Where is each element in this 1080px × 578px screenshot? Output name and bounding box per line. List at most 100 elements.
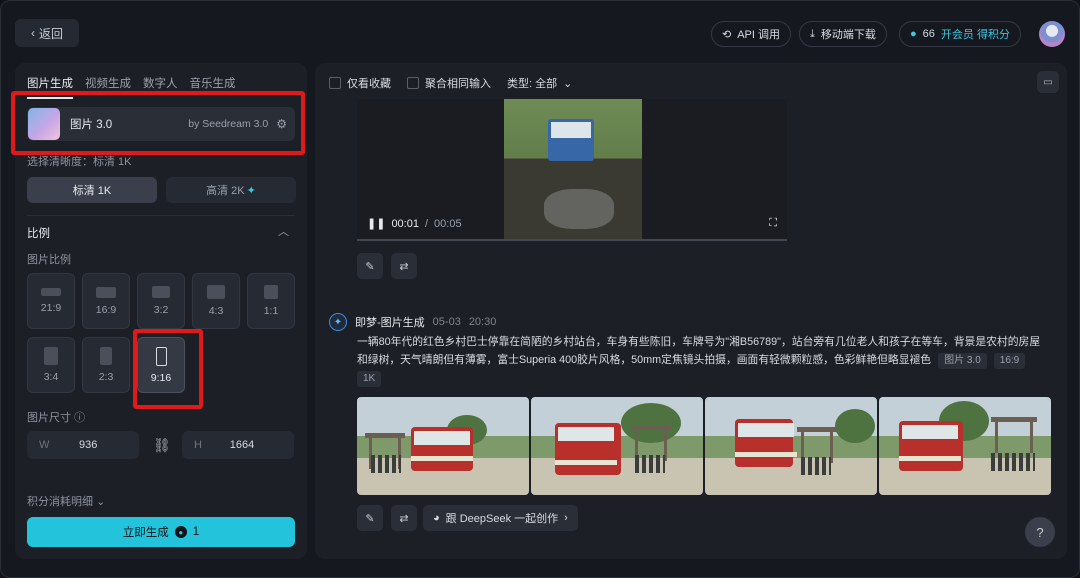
avatar[interactable] <box>1039 21 1065 47</box>
info-icon[interactable]: ⓘ <box>74 412 85 424</box>
deepseek-button[interactable]: ◕ 跟 DeepSeek 一起创作 › <box>423 505 578 531</box>
ratio-shape <box>264 285 278 299</box>
quality-standard-button[interactable]: 标清 1K <box>27 177 157 203</box>
deepseek-icon: ◕ <box>433 512 440 524</box>
highlight-model <box>11 91 305 155</box>
result-image[interactable] <box>531 397 703 495</box>
tag-resolution: 1K <box>357 371 382 387</box>
deepseek-label: 跟 DeepSeek 一起创作 <box>445 513 559 525</box>
download-icon: ⤓ <box>810 27 815 40</box>
ratio-shape <box>41 288 61 296</box>
size-label: 图片尺寸 ⓘ <box>27 409 85 425</box>
help-icon[interactable]: ? <box>1025 517 1055 547</box>
height-value: 1664 <box>229 439 255 451</box>
pause-icon[interactable]: ❚❚ <box>367 217 385 230</box>
clarity-label: 选择清晰度：标清 1K <box>27 156 132 168</box>
cost-details-toggle[interactable]: 积分消耗明细 ⌄ <box>27 493 105 509</box>
tag-ratio: 16:9 <box>993 353 1026 369</box>
regenerate-icon[interactable]: ⇄ <box>391 505 417 531</box>
checkbox[interactable] <box>407 77 419 89</box>
edit-icon[interactable]: ✎ <box>357 253 383 279</box>
width-field[interactable]: W 936 <box>27 431 139 459</box>
quality-standard-label: 标清 1K <box>72 185 112 197</box>
regenerate-icon[interactable]: ⇄ <box>391 253 417 279</box>
ratio-label: 3:2 <box>153 304 169 316</box>
ratio-3-4[interactable]: 3:4 <box>27 337 75 393</box>
ratio-sub-label: 图片比例 <box>27 254 71 266</box>
size-label-text: 图片尺寸 <box>27 412 71 424</box>
result-image[interactable] <box>705 397 877 495</box>
video-player[interactable]: ❚❚ 00:01 / 00:05 ⛶ <box>357 99 787 241</box>
people-image <box>801 457 831 475</box>
result-image[interactable] <box>357 397 529 495</box>
ratio-21-9[interactable]: 21:9 <box>27 273 75 329</box>
app-window: ‹ 返回 ⟲ API 调用 ⤓ 移动端下载 ● 66 开会员 得积分 图片生成 … <box>0 0 1080 578</box>
video-progress[interactable] <box>357 239 787 241</box>
prompt-text: 一辆80年代的红色乡村巴士停靠在简陋的乡村站台，车身有些陈旧，车牌号为"湘B56… <box>357 333 1047 387</box>
ratio-shape <box>44 347 58 365</box>
cost-label: 积分消耗明细 <box>27 496 93 508</box>
download-label: 移动端下载 <box>820 29 876 41</box>
people-image <box>991 453 1035 471</box>
generate-label: 立即生成 <box>122 527 169 539</box>
generation-title: 即梦-图片生成 <box>355 317 425 329</box>
results-panel: 仅看收藏 聚合相同输入 类型: 全部 ⌄ ▭ ❚❚ 00:01 / 00:05 <box>315 63 1067 559</box>
height-prefix: H <box>194 439 202 451</box>
checkbox[interactable] <box>329 77 341 89</box>
shelter-image <box>991 417 1037 457</box>
fullscreen-icon[interactable]: ⛶ <box>769 217 777 230</box>
people-image <box>371 455 401 473</box>
quality-high-button[interactable]: 高清 2K ✦ <box>166 177 296 203</box>
edit-icon[interactable]: ✎ <box>357 505 383 531</box>
height-field[interactable]: H 1664 <box>182 431 294 459</box>
bus-image <box>411 427 473 471</box>
credits-pill[interactable]: ● 66 开会员 得积分 <box>899 21 1021 47</box>
ratio-shape <box>100 347 112 365</box>
folder-icon[interactable]: ▭ <box>1037 71 1059 93</box>
generation-time: 20:30 <box>468 316 497 328</box>
result-image[interactable] <box>879 397 1051 495</box>
sparkle-icon: ✦ <box>329 313 347 331</box>
video-time-current: 00:01 <box>391 217 419 230</box>
ratio-shape <box>152 286 170 298</box>
width-prefix: W <box>39 439 50 451</box>
ratio-section-title: 比例 <box>27 228 50 240</box>
chevron-up-icon[interactable]: ︿ <box>278 223 289 239</box>
sparkle-icon: ✦ <box>246 184 256 197</box>
favorites-label: 仅看收藏 <box>347 78 391 90</box>
mobile-download-button[interactable]: ⤓ 移动端下载 <box>799 21 887 47</box>
ratio-1-1[interactable]: 1:1 <box>247 273 295 329</box>
ratio-3-2[interactable]: 3:2 <box>137 273 185 329</box>
generate-button[interactable]: 立即生成 ● 1 <box>27 517 295 547</box>
chevron-down-icon: ⌄ <box>96 496 106 508</box>
credits-count: 66 <box>922 28 935 40</box>
merge-filter[interactable]: 聚合相同输入 <box>407 75 491 91</box>
ratio-shape <box>207 285 225 299</box>
bus-image <box>555 423 621 475</box>
api-icon: ⟲ <box>722 28 732 41</box>
ratio-4-3[interactable]: 4:3 <box>192 273 240 329</box>
video-time-total: 00:05 <box>434 217 462 230</box>
video-controls: ❚❚ 00:01 / 00:05 <box>367 217 462 231</box>
ratio-2-3[interactable]: 2:3 <box>82 337 130 393</box>
people-image <box>635 455 665 473</box>
results-toolbar: 仅看收藏 聚合相同输入 类型: 全部 ⌄ <box>329 75 572 91</box>
credit-icon: ● <box>174 526 187 538</box>
generation-header: ✦ 即梦-图片生成 05-03 20:30 <box>329 313 496 331</box>
back-button[interactable]: ‹ 返回 <box>15 19 79 47</box>
puddle-image <box>544 189 614 229</box>
bus-image <box>548 119 594 161</box>
width-value: 936 <box>79 439 98 451</box>
video-time-sep: / <box>424 217 429 230</box>
generation-date: 05-03 <box>432 316 461 328</box>
ratio-16-9[interactable]: 16:9 <box>82 273 130 329</box>
api-button[interactable]: ⟲ API 调用 <box>711 21 792 47</box>
credits-icon: ● <box>910 28 917 40</box>
ratio-label: 21:9 <box>40 302 62 314</box>
bus-image <box>735 419 797 467</box>
link-icon[interactable]: ⛓ <box>153 437 171 454</box>
type-filter-dropdown[interactable]: 类型: 全部 ⌄ <box>507 75 572 91</box>
chevron-left-icon: ‹ <box>30 26 35 40</box>
divider <box>27 215 295 216</box>
favorites-filter[interactable]: 仅看收藏 <box>329 75 391 91</box>
